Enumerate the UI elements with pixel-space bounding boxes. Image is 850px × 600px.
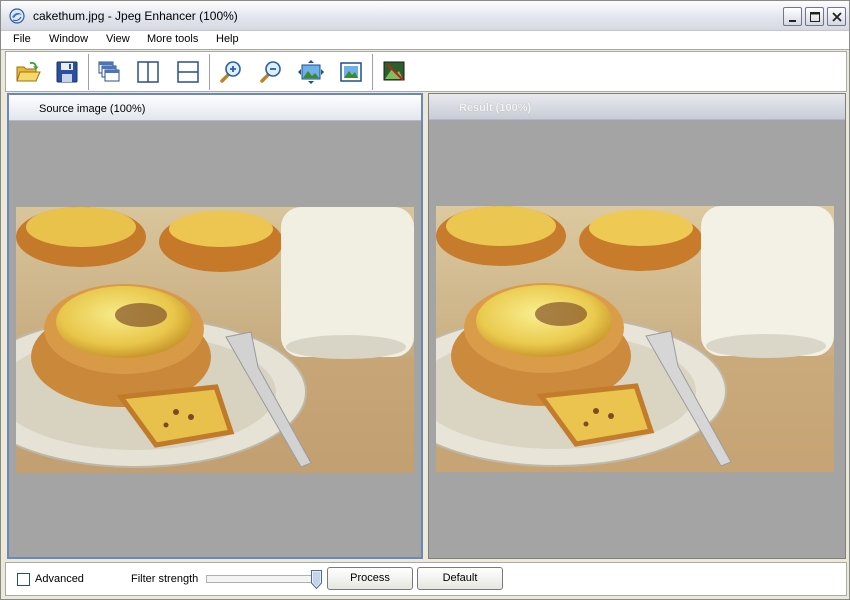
bottom-controls-bar: Advanced Filter strength Process Default xyxy=(5,562,847,596)
split-horizontal-icon xyxy=(177,61,199,83)
maximize-icon xyxy=(810,12,820,22)
actual-size-icon xyxy=(340,62,362,82)
slider-thumb[interactable] xyxy=(311,570,322,589)
default-button[interactable]: Default xyxy=(417,567,503,590)
maximize-button[interactable] xyxy=(805,7,824,26)
open-folder-icon xyxy=(16,61,41,82)
menu-more-tools[interactable]: More tools xyxy=(147,33,198,45)
source-image-panel[interactable]: Source image (100%) xyxy=(7,93,423,559)
result-image-panel[interactable]: Result (100%) xyxy=(428,93,846,559)
cascade-windows-icon xyxy=(98,61,120,82)
result-panel-tab[interactable]: Result (100%) xyxy=(429,94,845,120)
advanced-checkbox[interactable] xyxy=(17,573,30,586)
filter-strength-slider[interactable] xyxy=(206,570,324,589)
menu-view[interactable]: View xyxy=(106,33,130,45)
cascade-button[interactable] xyxy=(94,57,124,87)
zoom-out-icon xyxy=(260,61,281,83)
zoom-in-button[interactable] xyxy=(216,57,246,87)
actual-size-button[interactable] xyxy=(336,57,366,87)
menu-file[interactable]: File xyxy=(13,33,31,45)
zoom-out-button[interactable] xyxy=(256,57,286,87)
minimize-icon xyxy=(789,20,796,22)
save-button[interactable] xyxy=(52,57,82,87)
enhance-button[interactable] xyxy=(379,57,409,87)
source-panel-tab[interactable]: Source image (100%) xyxy=(9,95,421,121)
slider-track xyxy=(206,575,322,583)
toolbar-separator xyxy=(209,54,211,90)
toolbar-separator xyxy=(88,54,90,90)
filter-strength-label: Filter strength xyxy=(131,573,199,585)
app-window: cakethum.jpg - Jpeg Enhancer (100%) File… xyxy=(0,0,850,600)
enhance-image-icon xyxy=(383,61,405,81)
toolbar-separator xyxy=(372,54,374,90)
zoom-in-icon xyxy=(220,61,241,83)
open-button[interactable] xyxy=(13,57,43,87)
split-horizontal-button[interactable] xyxy=(173,57,203,87)
fit-to-window-icon xyxy=(298,60,324,84)
toolbar xyxy=(5,51,847,92)
close-icon xyxy=(832,12,842,22)
result-image xyxy=(436,206,834,472)
process-button[interactable]: Process xyxy=(327,567,413,590)
cake-tarts-photo-enhanced xyxy=(436,206,834,472)
source-image xyxy=(16,207,414,473)
split-vertical-icon xyxy=(137,61,159,83)
source-panel-title: Source image (100%) xyxy=(39,103,146,115)
app-swirl-icon xyxy=(9,8,25,24)
window-title: cakethum.jpg - Jpeg Enhancer (100%) xyxy=(33,9,238,23)
minimize-button[interactable] xyxy=(783,7,802,26)
advanced-label: Advanced xyxy=(35,573,84,585)
close-button[interactable] xyxy=(827,7,846,26)
menu-help[interactable]: Help xyxy=(216,33,239,45)
menu-bar: File Window View More tools Help xyxy=(1,31,849,50)
fit-to-window-button[interactable] xyxy=(296,57,326,87)
save-disk-icon xyxy=(56,61,78,83)
split-vertical-button[interactable] xyxy=(133,57,163,87)
title-bar[interactable]: cakethum.jpg - Jpeg Enhancer (100%) xyxy=(1,1,849,31)
cake-tarts-photo xyxy=(16,207,414,473)
result-panel-title: Result (100%) xyxy=(459,102,532,114)
menu-window[interactable]: Window xyxy=(49,33,88,45)
